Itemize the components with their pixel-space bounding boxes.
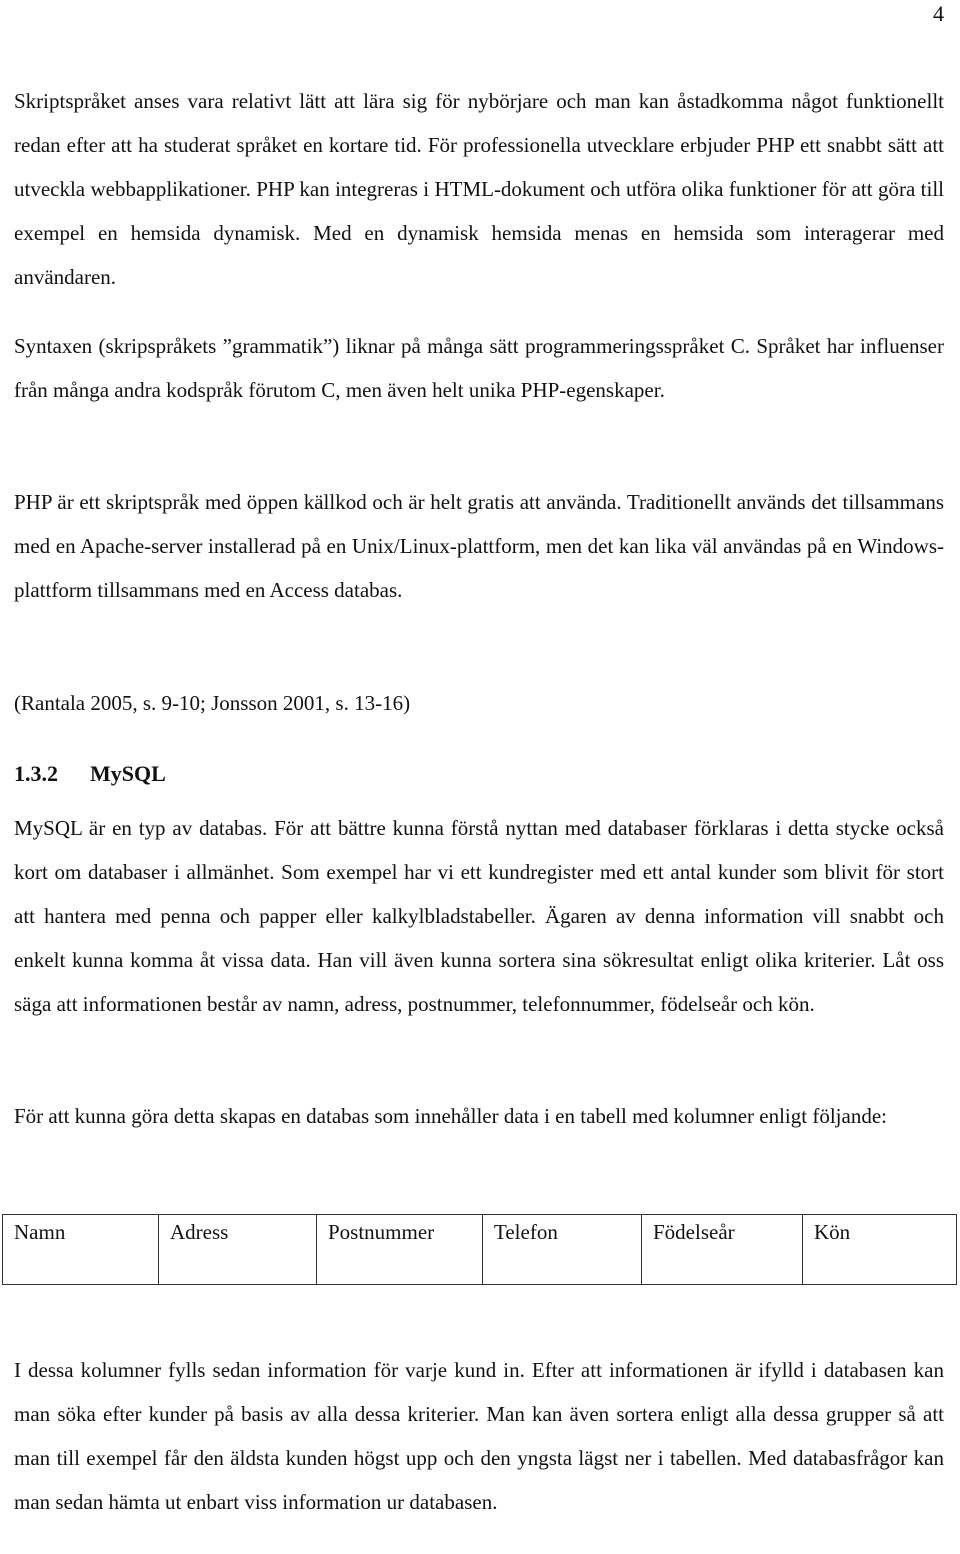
column-header: Namn [2,1214,159,1285]
page-number: 4 [933,1,944,26]
paragraph-syntax: Syntaxen (skripspråkets ”grammatik”) lik… [14,334,944,402]
paragraph-mysql-intro: MySQL är en typ av databas. För att bätt… [14,816,944,1016]
paragraph-search: I dessa kolumner fylls sedan information… [14,1358,944,1514]
paragraph-open-source: PHP är ett skriptspråk med öppen källkod… [14,490,944,602]
table-row: Namn Adress Postnummer Telefon Födelseår… [2,1214,957,1285]
column-header: Kön [802,1214,957,1285]
column-header: Adress [158,1214,317,1285]
column-header: Postnummer [316,1214,483,1285]
section-title: MySQL [90,761,166,786]
columns-table: Namn Adress Postnummer Telefon Födelseår… [2,1214,957,1285]
paragraph-citation: (Rantala 2005, s. 9-10; Jonsson 2001, s.… [14,691,411,715]
column-header: Telefon [482,1214,642,1285]
section-heading: 1.3.2 MySQL [14,752,166,796]
section-number: 1.3.2 [14,761,58,786]
column-header: Födelseår [641,1214,803,1285]
paragraph-table-intro: För att kunna göra detta skapas en datab… [14,1104,887,1128]
paragraph-php-intro: Skriptspråket anses vara relativt lätt a… [14,89,944,289]
